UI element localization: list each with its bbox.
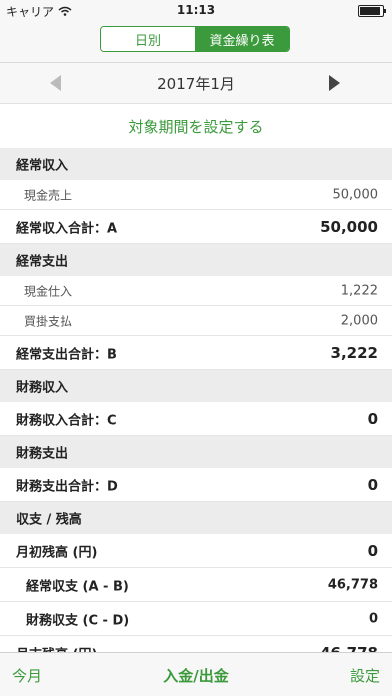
row-label: 財務支出合計：D — [16, 479, 118, 494]
status-time: 11:13 — [176, 3, 216, 17]
row-label: 経常支出 — [16, 254, 69, 270]
row-value: 50,000 — [332, 187, 379, 202]
segment-cashflow-table[interactable]: 資金繰り表 — [195, 27, 289, 51]
row-value: 3,222 — [330, 343, 378, 362]
list-row: 月初残高 (円) 0 — [0, 534, 392, 568]
list-row: 財務収入合計：C 0 — [0, 402, 392, 436]
row-label: 財務収入合計：C — [16, 413, 117, 428]
list-row: 買掛支払 2,000 — [0, 306, 392, 336]
row-label: 経常収入合計：A — [16, 221, 118, 236]
list-row: 財務収支 (C - D) 0 — [0, 602, 392, 636]
row-label: 経常収入 — [16, 158, 69, 174]
section-header: 経常支出 — [0, 244, 392, 276]
bottom-toolbar: 今月 入金/出金 設定 — [0, 652, 392, 696]
row-label: 財務収入 — [16, 380, 69, 396]
month-navigator: 2017年1月 — [0, 63, 392, 104]
list-row: 財務支出合計：D 0 — [0, 468, 392, 502]
list-row: 経常収入合計：A 50,000 — [0, 210, 392, 244]
list-row: 経常収支 (A - B) 46,778 — [0, 568, 392, 602]
row-value: 1,222 — [340, 283, 378, 298]
row-value: 0 — [367, 541, 378, 560]
row-value: 50,000 — [320, 217, 378, 236]
row-value: 0 — [367, 475, 378, 494]
row-value: 0 — [367, 409, 378, 428]
section-header: 経常収入 — [0, 148, 392, 180]
row-label: 現金売上 — [24, 188, 73, 202]
row-value: 2,000 — [340, 313, 378, 328]
list-row: 現金仕入 1,222 — [0, 276, 392, 306]
battery-icon — [358, 5, 386, 17]
row-value: 46,778 — [327, 577, 378, 592]
row-label: 経常支出合計：B — [16, 347, 117, 362]
section-header: 財務支出 — [0, 436, 392, 468]
deposit-withdrawal-button[interactable]: 入金/出金 — [0, 665, 392, 686]
row-label: 財務収支 (C - D) — [26, 613, 130, 628]
view-segmented-control: 日別 資金繰り表 — [100, 26, 290, 52]
segment-daily[interactable]: 日別 — [101, 27, 195, 51]
settings-button[interactable]: 設定 — [350, 665, 380, 686]
status-bar: キャリア 11:13 — [0, 0, 392, 20]
next-month-icon[interactable] — [329, 75, 340, 91]
section-header: 収支 / 残高 — [0, 502, 392, 534]
section-header: 財務収入 — [0, 370, 392, 402]
list-row: 現金売上 50,000 — [0, 180, 392, 210]
row-label: 収支 / 残高 — [16, 512, 82, 528]
row-label: 買掛支払 — [24, 314, 73, 328]
row-label: 経常収支 (A - B) — [26, 579, 129, 594]
nav-bar: 日別 資金繰り表 — [0, 20, 392, 63]
row-label: 財務支出 — [16, 446, 69, 462]
row-value: 0 — [368, 611, 378, 626]
row-label: 月初残高 (円) — [16, 545, 98, 560]
cashflow-list: 経常収入現金売上 50,000 経常収入合計：A 50,000 経常支出現金仕入 1,22… — [0, 148, 392, 670]
set-period-button[interactable]: 対象期間を設定する — [0, 104, 392, 148]
row-label: 現金仕入 — [24, 284, 73, 298]
list-row: 経常支出合計：B 3,222 — [0, 336, 392, 370]
